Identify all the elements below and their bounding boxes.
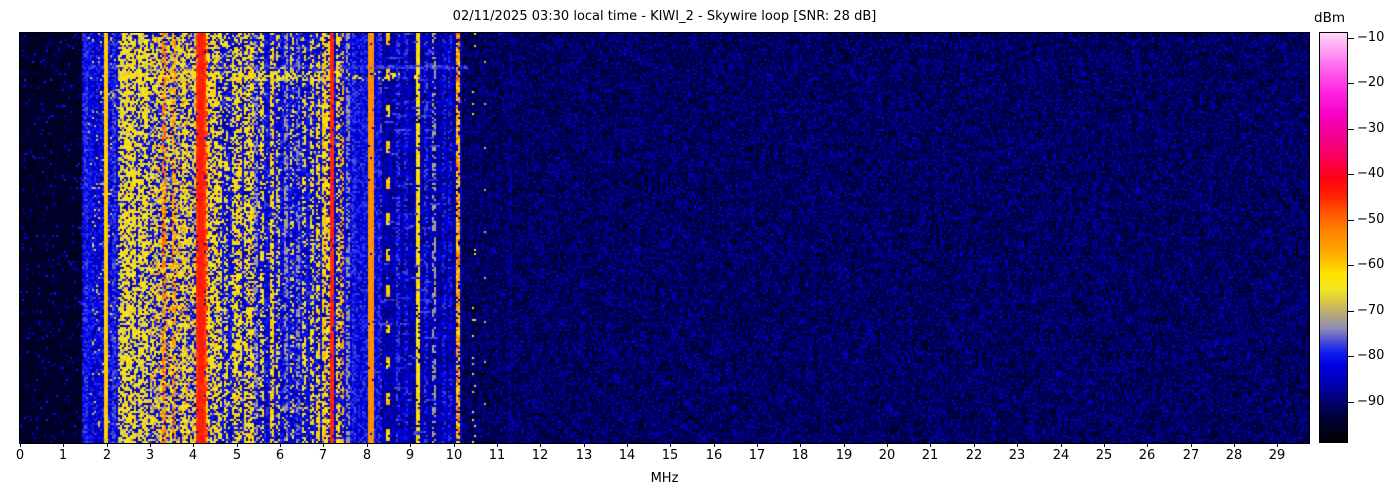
colorbar-tick-label: −60 — [1357, 257, 1384, 272]
waterfall-canvas — [20, 33, 1309, 443]
x-tick-label: 24 — [1043, 448, 1079, 463]
x-tick-mark — [497, 443, 498, 447]
x-tick-label: 8 — [349, 448, 385, 463]
x-tick-label: 29 — [1259, 448, 1295, 463]
x-tick-mark — [930, 443, 931, 447]
x-tick-label: 13 — [566, 448, 602, 463]
x-tick-mark — [1017, 443, 1018, 447]
x-tick-mark — [757, 443, 758, 447]
x-tick-label: 26 — [1129, 448, 1165, 463]
x-tick-mark — [844, 443, 845, 447]
x-tick-label: 1 — [45, 448, 81, 463]
colorbar-tick-mark — [1348, 356, 1354, 357]
colorbar-tick-mark — [1348, 38, 1354, 39]
colorbar-tick-label: −80 — [1357, 348, 1384, 363]
colorbar-canvas — [1320, 33, 1347, 442]
x-tick-label: 19 — [826, 448, 862, 463]
colorbar-tick-mark — [1348, 402, 1354, 403]
x-tick-label: 16 — [696, 448, 732, 463]
colorbar-tick-mark — [1348, 83, 1354, 84]
x-tick-label: 10 — [436, 448, 472, 463]
x-tick-label: 15 — [652, 448, 688, 463]
waterfall-plot — [19, 32, 1310, 444]
x-tick-mark — [367, 443, 368, 447]
x-tick-mark — [410, 443, 411, 447]
x-tick-mark — [714, 443, 715, 447]
plot-title: 02/11/2025 03:30 local time - KIWI_2 - S… — [20, 9, 1309, 24]
x-tick-mark — [237, 443, 238, 447]
x-tick-mark — [20, 443, 21, 447]
x-tick-label: 18 — [782, 448, 818, 463]
x-tick-label: 28 — [1216, 448, 1252, 463]
x-tick-label: 23 — [999, 448, 1035, 463]
colorbar-tick-label: −10 — [1357, 30, 1384, 45]
x-tick-mark — [1277, 443, 1278, 447]
x-tick-mark — [454, 443, 455, 447]
x-tick-label: 22 — [956, 448, 992, 463]
x-tick-mark — [63, 443, 64, 447]
x-tick-label: 27 — [1173, 448, 1209, 463]
x-tick-mark — [670, 443, 671, 447]
colorbar-tick-label: −90 — [1357, 394, 1384, 409]
x-tick-label: 7 — [305, 448, 341, 463]
x-tick-mark — [800, 443, 801, 447]
x-tick-mark — [323, 443, 324, 447]
colorbar-tick-mark — [1348, 311, 1354, 312]
x-tick-label: 4 — [175, 448, 211, 463]
x-tick-mark — [1104, 443, 1105, 447]
colorbar-tick-label: −50 — [1357, 212, 1384, 227]
colorbar-tick-mark — [1348, 220, 1354, 221]
colorbar-tick-mark — [1348, 129, 1354, 130]
x-axis-label: MHz — [20, 471, 1309, 486]
colorbar-tick-label: −20 — [1357, 75, 1384, 90]
x-tick-mark — [974, 443, 975, 447]
colorbar — [1319, 32, 1348, 443]
colorbar-title: dBm — [1314, 10, 1345, 26]
x-tick-label: 9 — [392, 448, 428, 463]
x-tick-mark — [1191, 443, 1192, 447]
x-tick-label: 0 — [2, 448, 38, 463]
x-tick-label: 5 — [219, 448, 255, 463]
colorbar-tick-mark — [1348, 174, 1354, 175]
colorbar-tick-label: −30 — [1357, 121, 1384, 136]
x-tick-label: 25 — [1086, 448, 1122, 463]
x-tick-label: 21 — [912, 448, 948, 463]
x-tick-mark — [887, 443, 888, 447]
x-tick-label: 20 — [869, 448, 905, 463]
colorbar-tick-mark — [1348, 265, 1354, 266]
spectrogram-figure: { "title": "02/11/2025 03:30 local time … — [0, 0, 1400, 500]
x-tick-mark — [150, 443, 151, 447]
x-tick-label: 14 — [609, 448, 645, 463]
x-tick-label: 2 — [89, 448, 125, 463]
x-tick-label: 11 — [479, 448, 515, 463]
x-tick-mark — [280, 443, 281, 447]
x-tick-mark — [584, 443, 585, 447]
x-tick-mark — [107, 443, 108, 447]
x-tick-mark — [193, 443, 194, 447]
x-tick-mark — [540, 443, 541, 447]
x-tick-label: 12 — [522, 448, 558, 463]
x-tick-label: 17 — [739, 448, 775, 463]
colorbar-tick-label: −40 — [1357, 166, 1384, 181]
x-tick-mark — [1234, 443, 1235, 447]
x-tick-label: 6 — [262, 448, 298, 463]
x-tick-mark — [1147, 443, 1148, 447]
colorbar-tick-label: −70 — [1357, 303, 1384, 318]
x-tick-mark — [627, 443, 628, 447]
x-tick-mark — [1061, 443, 1062, 447]
x-tick-label: 3 — [132, 448, 168, 463]
